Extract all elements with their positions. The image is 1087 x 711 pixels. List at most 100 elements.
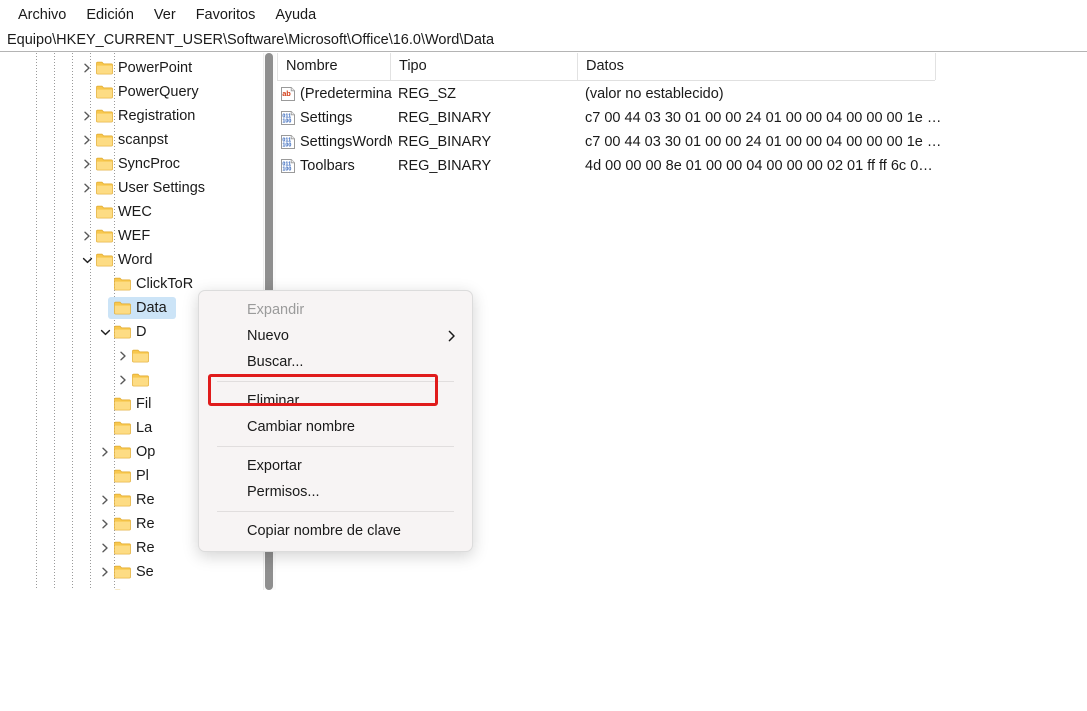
folder-icon: [96, 85, 113, 99]
ctx-nuevo[interactable]: Nuevo: [199, 323, 472, 349]
folder-icon: [114, 589, 131, 590]
chevron-right-icon[interactable]: [78, 152, 96, 176]
chevron-right-icon[interactable]: [78, 128, 96, 152]
tree-item-label: Pl: [136, 468, 149, 484]
chevron-down-icon[interactable]: [96, 320, 114, 344]
chevron-right-icon[interactable]: [78, 224, 96, 248]
tree-item-label: Re: [136, 540, 155, 556]
tree-item-label: Fil: [136, 396, 152, 412]
value-row[interactable]: 011 100 Settings REG_BINARY c7 00 44 03 30 0…: [277, 106, 1087, 130]
svg-text:100: 100: [282, 143, 291, 149]
tree-item-label: PowerPoint: [118, 60, 193, 76]
folder-icon: [96, 205, 113, 219]
menu-ayuda[interactable]: Ayuda: [265, 3, 326, 27]
tree-item-scanpst[interactable]: scanpst: [0, 128, 263, 152]
folder-icon: [114, 277, 131, 291]
menu-edicion[interactable]: Edición: [76, 3, 144, 27]
ctx-permisos[interactable]: Permisos...: [199, 479, 472, 505]
tree-item-user-settings[interactable]: User Settings: [0, 176, 263, 200]
tree-item-syncproc[interactable]: SyncProc: [0, 152, 263, 176]
value-type: REG_BINARY: [398, 134, 492, 150]
value-name: SettingsWordMail: [300, 134, 392, 150]
menu-archivo[interactable]: Archivo: [8, 3, 76, 27]
values-column-header[interactable]: Nombre Tipo Datos: [277, 53, 936, 81]
chevron-right-icon[interactable]: [96, 488, 114, 512]
chevron-right-icon[interactable]: [96, 584, 114, 590]
address-bar[interactable]: Equipo\HKEY_CURRENT_USER\Software\Micros…: [0, 29, 1087, 52]
tree-item-label: PowerQuery: [118, 84, 199, 100]
tree-item-label: User Settings: [118, 180, 206, 196]
tree-item-label: Data: [136, 300, 167, 316]
tree-item-label: scanpst: [118, 132, 168, 148]
context-menu-item-label: Exportar: [247, 458, 302, 474]
tree-item-label: Re: [136, 492, 155, 508]
tree-item-label: Registration: [118, 108, 196, 124]
menu-favoritos[interactable]: Favoritos: [186, 3, 266, 27]
context-menu-separator: [217, 446, 454, 447]
folder-icon: [114, 469, 131, 483]
value-data: c7 00 44 03 30 01 00 00 24 01 00 00 04 0…: [585, 134, 942, 150]
menu-ver[interactable]: Ver: [144, 3, 186, 27]
value-row[interactable]: ab (Predeterminado) REG_SZ (valor no establ…: [277, 82, 1087, 106]
chevron-right-icon[interactable]: [78, 104, 96, 128]
tree-item-label: Op: [136, 444, 156, 460]
tree-item-se[interactable]: Se: [0, 560, 263, 584]
context-menu-item-label: Cambiar nombre: [247, 419, 355, 435]
chevron-right-icon[interactable]: [114, 368, 132, 392]
chevron-right-icon[interactable]: [78, 176, 96, 200]
folder-icon: [96, 157, 113, 171]
tree-item-registration[interactable]: Registration: [0, 104, 263, 128]
tree-item-word[interactable]: Word: [0, 248, 263, 272]
folder-icon: [96, 133, 113, 147]
address-path-text: Equipo\HKEY_CURRENT_USER\Software\Micros…: [7, 32, 495, 48]
tree-item-wec[interactable]: WEC: [0, 200, 263, 224]
context-menu-item-label: Eliminar: [247, 393, 300, 409]
folder-icon: [96, 253, 113, 267]
chevron-right-icon: [447, 323, 456, 349]
folder-icon: [114, 325, 131, 339]
tree-item-label: SyncProc: [118, 156, 181, 172]
tree-item-powerquery[interactable]: PowerQuery: [0, 80, 263, 104]
chevron-right-icon[interactable]: [114, 344, 132, 368]
tree-item-powerpoint[interactable]: PowerPoint: [0, 56, 263, 80]
tree-item-label: Se: [136, 564, 154, 580]
svg-text:ab: ab: [282, 89, 291, 98]
column-nombre[interactable]: Nombre: [277, 53, 390, 80]
value-data: c7 00 44 03 30 01 00 00 24 01 00 00 04 0…: [585, 110, 942, 126]
value-row[interactable]: 011100SettingsWordMail REG_BINARY c7 00 44…: [277, 130, 1087, 154]
tree-item-label: WEF: [118, 228, 151, 244]
ctx-eliminar[interactable]: Eliminar: [199, 388, 472, 414]
tree-item-label: ClickToR: [136, 276, 194, 292]
folder-icon: [96, 61, 113, 75]
value-type: REG_SZ: [398, 86, 457, 102]
column-tipo[interactable]: Tipo: [390, 53, 577, 80]
column-datos[interactable]: Datos: [577, 53, 935, 80]
value-row[interactable]: 011 100 Toolbars REG_BINARY 4d 00 00 00 8e 0…: [277, 154, 1087, 178]
ctx-buscar[interactable]: Buscar...: [199, 349, 472, 375]
ctx-expandir: Expandir: [199, 297, 472, 323]
tree-item-label: D: [136, 324, 147, 340]
chevron-right-icon[interactable]: [96, 512, 114, 536]
tree-item-user-mru[interactable]: User MRU: [0, 584, 263, 590]
chevron-right-icon[interactable]: [96, 560, 114, 584]
chevron-right-icon[interactable]: [78, 56, 96, 80]
binary-value-icon: 011 100: [280, 110, 296, 126]
folder-icon: [114, 565, 131, 579]
folder-icon: [114, 541, 131, 555]
svg-text:100: 100: [282, 119, 291, 125]
ctx-copiar-nombre-clave[interactable]: Copiar nombre de clave: [199, 518, 472, 544]
folder-icon: [132, 373, 149, 387]
folder-icon: [114, 493, 131, 507]
folder-icon: [96, 181, 113, 195]
chevron-right-icon[interactable]: [96, 536, 114, 560]
binary-value-icon: 011 100: [280, 134, 296, 150]
chevron-right-icon[interactable]: [96, 440, 114, 464]
ctx-cambiar-nombre[interactable]: Cambiar nombre: [199, 414, 472, 440]
tree-item-wef[interactable]: WEF: [0, 224, 263, 248]
context-menu[interactable]: Expandir Nuevo Buscar... Eliminar Cambiar no…: [198, 290, 473, 552]
value-data: 4d 00 00 00 8e 01 00 00 04 00 00 00 02 0…: [585, 158, 933, 174]
ctx-exportar[interactable]: Exportar: [199, 453, 472, 479]
tree-item-label: WEC: [118, 204, 152, 220]
context-menu-separator: [217, 511, 454, 512]
chevron-down-icon[interactable]: [78, 248, 96, 272]
